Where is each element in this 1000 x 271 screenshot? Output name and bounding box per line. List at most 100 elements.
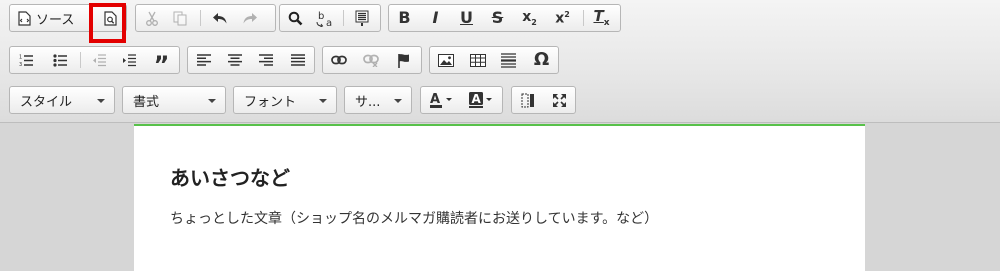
link-button[interactable] [325, 47, 352, 73]
select-all-icon [355, 10, 369, 26]
subscript-icon: x2 [522, 8, 537, 27]
select-all-button[interactable] [348, 5, 375, 31]
document-group: ソース [9, 4, 127, 32]
anchor-button[interactable] [390, 47, 417, 73]
document-paragraph: ちょっとした文章（ショップ名のメルマガ購読者にお送りしています。など） [170, 211, 659, 227]
cut-icon [145, 11, 159, 26]
strikethrough-icon: S [491, 8, 504, 27]
chevron-down-icon [208, 99, 216, 103]
svg-text:b: b [318, 11, 324, 22]
unlink-button[interactable] [357, 47, 384, 73]
strikethrough-button[interactable]: S [484, 5, 511, 31]
special-char-button[interactable]: Ω [528, 47, 555, 73]
separator [200, 10, 201, 26]
list-group: 13 ” [9, 46, 180, 77]
underline-button[interactable]: U [453, 5, 480, 31]
toolbar-row-1: ソース b a B I U S x2 x2 Tx [0, 0, 1000, 34]
chevron-down-icon [394, 99, 402, 103]
document-heading: あいさつなど [170, 166, 290, 190]
svg-text:1: 1 [19, 54, 22, 60]
text-color-icon: A [429, 91, 455, 109]
align-right-icon [258, 54, 273, 66]
horizontal-line-button[interactable] [495, 47, 522, 73]
style-combo[interactable]: スタイル [9, 86, 115, 114]
font-size-combo[interactable]: サ... [344, 86, 412, 114]
align-center-button[interactable] [221, 47, 248, 73]
source-button[interactable]: ソース [12, 5, 90, 31]
editing-group: ba [279, 4, 381, 32]
links-group [322, 46, 422, 74]
justify-icon [290, 54, 305, 66]
preview-button[interactable] [97, 5, 124, 31]
image-button[interactable] [432, 47, 459, 73]
italic-button[interactable]: I [422, 5, 449, 31]
find-icon [288, 11, 303, 26]
decrease-indent-icon [92, 53, 106, 67]
link-icon [330, 55, 347, 65]
remove-format-button[interactable]: Tx [588, 5, 615, 31]
text-color-button[interactable]: A [424, 87, 460, 113]
decrease-indent-button[interactable] [85, 47, 112, 73]
separator [583, 10, 584, 26]
style-combo-label: スタイル [20, 94, 73, 110]
subscript-button[interactable]: x2 [516, 5, 543, 31]
editor-content-area[interactable]: あいさつなど ちょっとした文章（ショップ名のメルマガ購読者にお送りしています。な… [134, 124, 865, 271]
underline-icon: U [460, 8, 473, 27]
table-icon [469, 53, 486, 67]
replace-button[interactable]: ba [312, 5, 339, 31]
image-icon [437, 53, 454, 67]
remove-format-icon: Tx [593, 6, 610, 28]
maximize-button[interactable] [546, 87, 573, 113]
table-button[interactable] [464, 47, 491, 73]
align-left-button[interactable] [190, 47, 217, 73]
align-group [187, 46, 315, 74]
background-color-button[interactable]: A [464, 87, 500, 113]
copy-button[interactable] [166, 5, 193, 31]
special-char-icon: Ω [533, 49, 550, 70]
svg-text:A: A [472, 92, 482, 106]
align-left-icon [196, 54, 211, 66]
show-blocks-icon [521, 93, 535, 108]
bulleted-list-icon [52, 53, 67, 67]
justify-button[interactable] [284, 47, 311, 73]
basicstyles-group: B I U S x2 x2 Tx [388, 4, 621, 32]
font-combo-label: フォント [244, 94, 297, 110]
align-right-button[interactable] [252, 47, 279, 73]
find-button[interactable] [282, 5, 309, 31]
clipboard-group [135, 4, 276, 32]
chevron-down-icon [97, 99, 105, 103]
tools-group [511, 86, 576, 114]
increase-indent-button[interactable] [115, 47, 142, 73]
format-combo[interactable]: 書式 [122, 86, 226, 114]
superscript-icon: x2 [555, 9, 570, 27]
toolbar-row-3: スタイル 書式 フォント サ... A A [0, 82, 1000, 116]
undo-button[interactable] [206, 5, 233, 31]
source-label: ソース [36, 12, 75, 28]
redo-button[interactable] [236, 5, 263, 31]
font-size-combo-label: サ... [355, 94, 381, 110]
format-combo-label: 書式 [133, 94, 160, 110]
bulleted-list-button[interactable] [46, 47, 73, 73]
svg-text:A: A [430, 92, 440, 107]
numbered-list-button[interactable]: 13 [12, 47, 39, 73]
numbered-list-icon: 13 [19, 54, 33, 67]
unlink-icon [362, 54, 379, 67]
horizontal-line-icon [501, 52, 516, 68]
insert-group: Ω [429, 46, 559, 74]
superscript-button[interactable]: x2 [549, 5, 576, 31]
italic-icon: I [432, 8, 439, 27]
blockquote-button[interactable]: ” [148, 47, 175, 77]
copy-icon [173, 11, 187, 26]
bold-button[interactable]: B [391, 5, 418, 31]
show-blocks-button[interactable] [514, 87, 541, 113]
separator [343, 10, 344, 26]
svg-text:a: a [326, 18, 332, 27]
increase-indent-icon [122, 53, 136, 67]
redo-icon [242, 12, 258, 25]
undo-icon [212, 12, 228, 25]
cut-button[interactable] [138, 5, 165, 31]
replace-icon: ba [316, 10, 336, 27]
font-combo[interactable]: フォント [233, 86, 337, 114]
background-color-icon: A [469, 91, 495, 109]
colors-group: A A [420, 86, 503, 114]
